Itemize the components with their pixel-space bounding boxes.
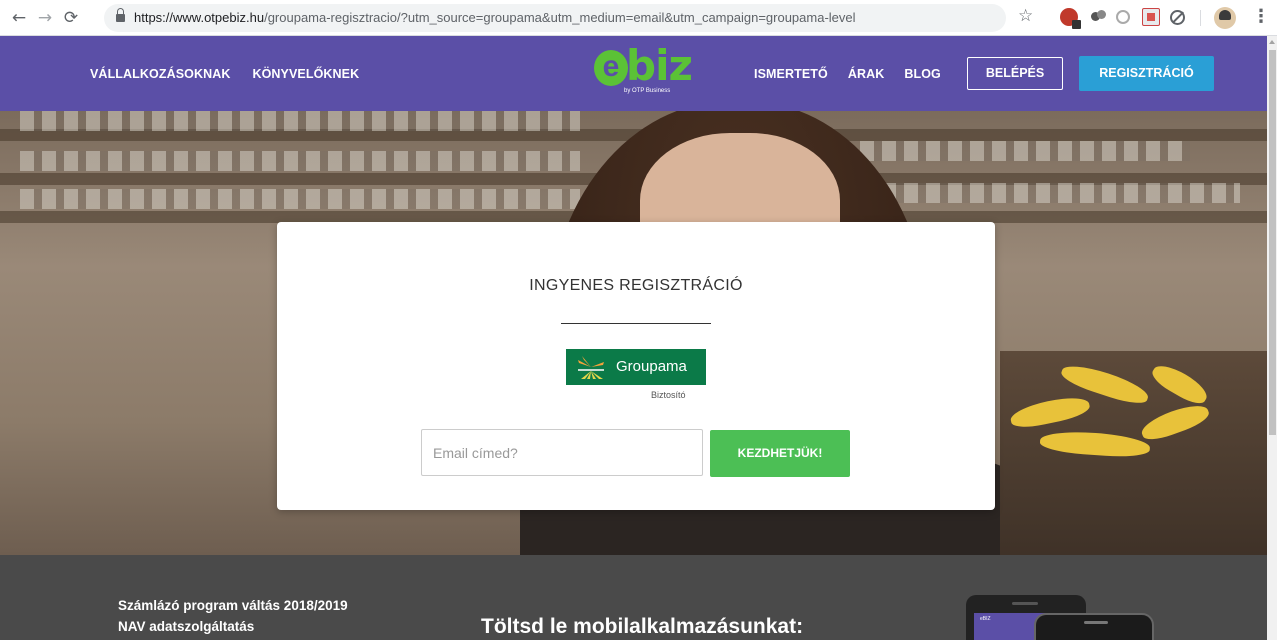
- extension-icon[interactable]: [1090, 8, 1108, 26]
- email-input[interactable]: [421, 429, 703, 476]
- register-button[interactable]: REGISZTRÁCIÓ: [1079, 56, 1214, 91]
- registration-card: INGYENES REGISZTRÁCIÓ Groupama Biztosító…: [277, 222, 995, 510]
- footer-link-szamlazo[interactable]: Számlázó program váltás 2018/2019: [118, 595, 348, 616]
- back-arrow-icon[interactable]: ←: [8, 7, 30, 29]
- shelf-products: [860, 183, 1240, 203]
- app-download-heading: Töltsd le mobilalkalmazásunkat:: [481, 615, 804, 638]
- logo-biz: biz: [626, 41, 693, 90]
- nav-vallalkozasoknak[interactable]: VÁLLALKOZÁSOKNAK: [90, 67, 230, 81]
- nav-ismerteto[interactable]: ISMERTETŐ: [754, 67, 828, 81]
- registration-title: INGYENES REGISZTRÁCIÓ: [529, 277, 743, 294]
- toolbar-divider: [1200, 10, 1201, 26]
- reload-icon[interactable]: ⟳: [60, 7, 82, 29]
- phone-image-second: [1034, 613, 1154, 640]
- title-divider: [561, 323, 711, 324]
- nav-left: VÁLLALKOZÁSOKNAK KÖNYVELŐKNEK: [90, 36, 359, 111]
- shelf-products: [20, 189, 580, 209]
- start-button[interactable]: KEZDHETJÜK!: [710, 430, 850, 477]
- phone-speaker: [1012, 602, 1038, 605]
- shelf-products: [20, 111, 580, 131]
- ebiz-logo[interactable]: e biz by OTP Business: [594, 44, 693, 98]
- login-button[interactable]: BELÉPÉS: [966, 57, 1064, 90]
- logo-e: e: [594, 50, 628, 86]
- nav-arak[interactable]: ÁRAK: [848, 67, 885, 81]
- footer-band: Számlázó program váltás 2018/2019 NAV ad…: [0, 555, 1267, 640]
- bookmark-star-icon[interactable]: ☆: [1018, 6, 1033, 26]
- shelf-products: [20, 151, 580, 171]
- address-bar[interactable]: https://www.otpebiz.hu/groupama-regisztr…: [104, 4, 1006, 32]
- page-scrollbar[interactable]: [1267, 36, 1277, 640]
- nav-konyveloknek[interactable]: KÖNYVELŐKNEK: [252, 67, 359, 81]
- url-text[interactable]: https://www.otpebiz.hu/groupama-regisztr…: [134, 10, 856, 25]
- phone-speaker: [1084, 621, 1108, 624]
- nav-right: ISMERTETŐ ÁRAK BLOG BELÉPÉS REGISZTRÁCIÓ: [754, 36, 1214, 111]
- pdf-extension-icon[interactable]: [1142, 8, 1160, 26]
- scrollbar-thumb[interactable]: [1269, 50, 1276, 435]
- browser-toolbar: ← → ⟳ https://www.otpebiz.hu/groupama-re…: [0, 0, 1277, 36]
- phone-app-label: eBIZ: [980, 616, 991, 622]
- site-header: VÁLLALKOZÁSOKNAK KÖNYVELŐKNEK e biz by O…: [0, 36, 1267, 111]
- shelf-products: [860, 141, 1190, 161]
- adblock-extension-icon[interactable]: [1060, 8, 1081, 29]
- lock-icon: [116, 8, 125, 23]
- forward-arrow-icon[interactable]: →: [34, 7, 56, 29]
- groupama-logo-text: Groupama: [616, 358, 687, 375]
- url-host: https://www.otpebiz.hu: [134, 10, 265, 25]
- groupama-subtitle: Biztosító: [651, 390, 686, 400]
- nav-blog[interactable]: BLOG: [904, 67, 941, 81]
- block-extension-icon[interactable]: [1170, 10, 1185, 25]
- extension-circle-icon[interactable]: [1116, 10, 1130, 24]
- groupama-emblem-icon: [578, 356, 604, 379]
- logo-subtitle: by OTP Business: [624, 88, 671, 94]
- groupama-logo: Groupama: [566, 349, 706, 385]
- url-path: /groupama-regisztracio/?utm_source=group…: [264, 10, 856, 25]
- scroll-up-arrow-icon[interactable]: [1269, 40, 1275, 44]
- kebab-menu-icon[interactable]: ⋮: [1252, 6, 1270, 27]
- footer-link-nav[interactable]: NAV adatszolgáltatás: [118, 616, 348, 637]
- footer-links: Számlázó program váltás 2018/2019 NAV ad…: [118, 595, 348, 637]
- profile-avatar[interactable]: [1214, 7, 1236, 29]
